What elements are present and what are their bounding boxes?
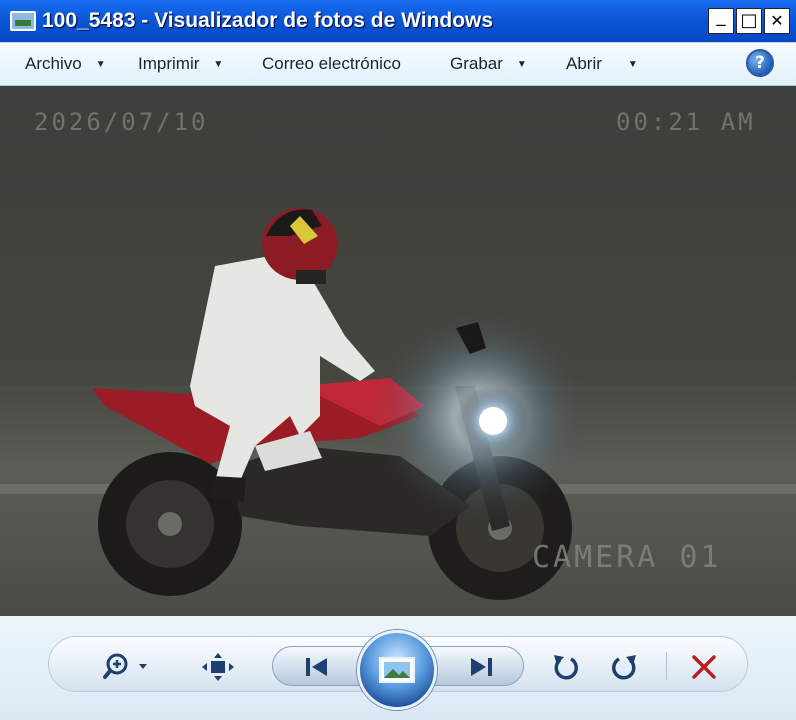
menu-abrir[interactable]: Abrir ▼	[566, 52, 638, 76]
menu-imprimir[interactable]: Imprimir ▼	[138, 52, 223, 76]
photo-display[interactable]: 2026/07/10 00:21 AM CAMERA 01	[0, 86, 796, 616]
menu-archivo-label: Archivo	[25, 54, 82, 73]
photo-viewer-window: 100_5483 - Visualizador de fotos de Wind…	[0, 0, 796, 720]
help-icon[interactable]: ?	[746, 49, 774, 77]
next-icon	[471, 658, 492, 676]
rotate-counterclockwise-icon	[554, 655, 578, 680]
camera-overlay: CAMERA 01	[532, 540, 722, 575]
menu-bar: Archivo ▼ Imprimir ▼ Correo electrónico …	[0, 42, 796, 86]
help-label: ?	[755, 53, 765, 73]
close-button[interactable]: ✕	[764, 8, 790, 34]
window-controls: _ □ ✕	[708, 8, 790, 34]
menu-correo-label: Correo electrónico	[262, 54, 401, 73]
chevron-down-icon: ▼	[627, 58, 638, 70]
fit-to-window-button[interactable]	[198, 650, 238, 684]
previous-button[interactable]	[296, 652, 336, 682]
next-button[interactable]	[462, 652, 502, 682]
menu-grabar-label: Grabar	[450, 54, 503, 73]
delete-button[interactable]	[686, 650, 722, 684]
previous-icon	[306, 658, 327, 676]
zoom-button[interactable]	[98, 650, 154, 684]
chevron-down-icon: ▼	[516, 58, 527, 70]
rotate-clockwise-icon	[612, 655, 636, 680]
time-overlay: 00:21 AM	[616, 108, 756, 136]
minimize-button[interactable]: _	[708, 8, 734, 34]
photo-viewer-app-icon[interactable]	[10, 11, 36, 31]
menu-archivo[interactable]: Archivo ▼	[25, 52, 106, 76]
title-bar[interactable]: 100_5483 - Visualizador de fotos de Wind…	[0, 0, 796, 42]
window-title: 100_5483 - Visualizador de fotos de Wind…	[42, 9, 494, 32]
date-overlay: 2026/07/10	[34, 108, 209, 136]
minimize-icon: _	[716, 6, 726, 27]
chevron-down-icon: ▼	[213, 58, 224, 70]
close-icon: ✕	[770, 11, 784, 30]
viewer-toolbar	[0, 616, 796, 720]
menu-abrir-label: Abrir	[566, 54, 602, 73]
delete-icon	[692, 655, 716, 679]
rotate-clockwise-button[interactable]	[606, 650, 642, 684]
menu-correo-electronico[interactable]: Correo electrónico	[262, 52, 401, 76]
slideshow-button[interactable]	[357, 630, 437, 710]
cctv-photo-image	[0, 86, 796, 616]
maximize-button[interactable]: □	[736, 8, 762, 34]
menu-imprimir-label: Imprimir	[138, 54, 200, 73]
fit-to-window-icon	[202, 653, 234, 681]
zoom-icon	[103, 653, 147, 679]
slideshow-icon	[379, 657, 415, 683]
rotate-counterclockwise-button[interactable]	[548, 650, 584, 684]
maximize-icon: □	[740, 10, 758, 31]
chevron-down-icon: ▼	[95, 58, 106, 70]
menu-grabar[interactable]: Grabar ▼	[450, 52, 527, 76]
toolbar-separator	[666, 652, 667, 680]
